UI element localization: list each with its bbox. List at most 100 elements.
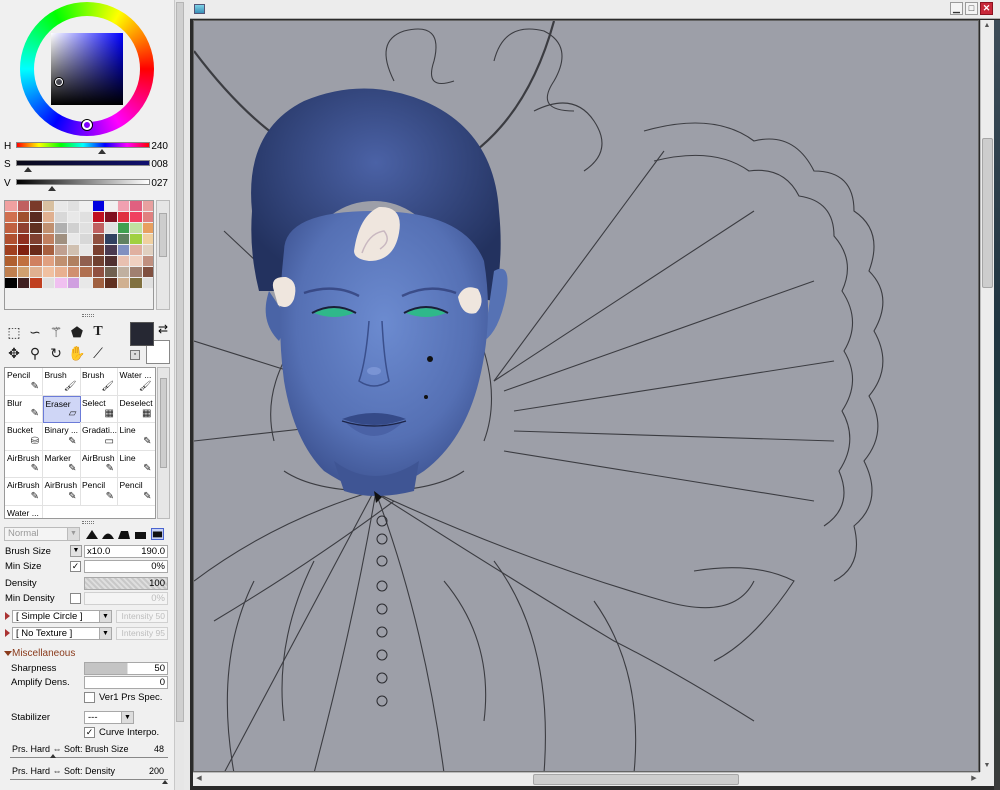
canvas-horizontal-scrollbar[interactable]: ◀ ▶ [193,772,980,786]
palette-swatch[interactable] [130,212,143,223]
brush-tool-select[interactable]: Select ▦ [80,395,118,423]
hue-track[interactable] [16,142,150,148]
palette-swatch[interactable] [105,267,118,278]
tip-soft-icon[interactable] [102,528,115,540]
prs-density-thumb[interactable] [162,780,168,784]
zoom-icon[interactable]: ⚲ [25,343,45,363]
reset-colors-icon[interactable]: ▫ [130,350,140,360]
palette-swatch[interactable] [5,256,18,267]
palette-swatch[interactable] [42,256,55,267]
foreground-color-front[interactable] [130,322,154,346]
palette-swatch[interactable] [42,267,55,278]
brush-tool-gradati[interactable]: Gradati... ▭ [80,423,118,451]
palette-swatch[interactable] [42,234,55,245]
brush-tool-blur[interactable]: Blur ✎ [5,395,43,423]
value-slider[interactable]: V 027 [4,176,170,194]
prs-brush-size-slider[interactable]: Prs. Hard ⇔ Soft: Brush Size 48 [10,744,170,764]
palette-swatch[interactable] [105,234,118,245]
palette-swatch[interactable] [55,245,68,256]
palette-swatch[interactable] [5,201,18,212]
canvas-vertical-scrollbar[interactable]: ▲ ▼ [980,20,994,772]
palette-swatch[interactable] [142,245,153,256]
palette-swatch[interactable] [117,278,130,289]
saturation-value-square[interactable] [51,33,123,105]
min-size-field[interactable]: 0% [84,560,168,573]
palette-swatch[interactable] [30,278,43,289]
brush-tool-airbrush[interactable]: AirBrush ✎ [5,450,43,478]
palette-swatch[interactable] [55,223,68,234]
palette-swatch[interactable] [92,256,105,267]
min-density-checkbox[interactable] [70,593,81,604]
brush-tool-binary[interactable]: Binary ... ✎ [42,423,81,451]
palette-swatch[interactable] [105,245,118,256]
palette-swatch[interactable] [105,223,118,234]
text-tool-icon[interactable]: T [88,322,108,342]
brush-tool-line[interactable]: Line ✎ [117,423,155,451]
hand-icon[interactable]: ✋ [67,343,87,363]
tip-square-icon[interactable] [134,528,147,540]
curve-interp-checkbox[interactable]: ✓ [84,727,95,738]
palette-swatch[interactable] [30,212,43,223]
palette-swatch[interactable] [117,245,130,256]
hue-slider[interactable]: H 240 [4,139,170,157]
palette-swatch[interactable] [92,201,105,212]
palette-scroll-thumb[interactable] [159,213,167,257]
palette-swatch[interactable] [105,201,118,212]
palette-swatch[interactable] [142,212,153,223]
palette-swatch[interactable] [130,256,143,267]
palette-swatch[interactable] [17,234,30,245]
brush-tool-airbrush[interactable]: AirBrush ✎ [80,450,118,478]
scroll-up-icon[interactable]: ▲ [981,20,993,32]
value-track[interactable] [16,179,150,185]
sharpness-slider[interactable]: 50 [84,662,168,675]
brush-tool-line[interactable]: Line ✎ [117,450,155,478]
palette-scrollbar[interactable] [156,200,170,310]
palette-swatch[interactable] [80,245,93,256]
palette-swatch[interactable] [105,256,118,267]
hue-thumb[interactable] [98,149,106,154]
prs-brush-size-track[interactable] [10,757,168,758]
palette-swatch[interactable] [55,212,68,223]
miscellaneous-header[interactable]: Miscellaneous [12,648,75,659]
brush-tool-brush[interactable]: Brush 🖌 [42,368,81,396]
brush-size-multiplier-button[interactable]: ▼ [70,545,82,557]
ver1-prs-checkbox[interactable] [84,692,95,703]
brush-tool-bucket[interactable]: Bucket ⛁ [5,423,43,451]
minimize-button[interactable]: ▁ [950,2,963,15]
palette-swatch[interactable] [80,267,93,278]
palette-swatch[interactable] [80,278,93,289]
maximize-button[interactable]: □ [965,2,978,15]
palette-swatch[interactable] [42,223,55,234]
collapse-arrow-icon[interactable] [4,651,12,656]
prs-density-track[interactable] [10,779,168,780]
saturation-track[interactable] [16,160,150,166]
min-size-checkbox[interactable]: ✓ [70,561,81,572]
palette-swatch[interactable] [105,212,118,223]
color-palette[interactable] [4,200,154,310]
palette-swatch[interactable] [42,201,55,212]
brush-tool-water[interactable]: Water ... [5,505,43,518]
palette-swatch[interactable] [5,212,18,223]
brush-tool-water[interactable]: Water ... 🖌 [117,368,155,396]
palette-swatch[interactable] [30,223,43,234]
hue-marker[interactable] [82,120,92,130]
palette-swatch[interactable] [55,267,68,278]
palette-swatch[interactable] [130,267,143,278]
swap-colors-icon[interactable]: ⇄ [158,322,168,336]
lasso-icon[interactable]: ∽ [25,322,45,342]
palette-swatch[interactable] [55,201,68,212]
prs-density-slider[interactable]: Prs. Hard ⇔ Soft: Density 200 [10,766,170,786]
palette-swatch[interactable] [67,278,80,289]
hue-ring[interactable] [20,2,154,136]
scroll-right-icon[interactable]: ▶ [968,773,980,785]
rect-select-icon[interactable]: ⬚ [4,322,24,342]
shape-intensity-field[interactable]: Intensity 50 [116,610,168,623]
tip-block-icon[interactable] [151,528,164,540]
brush-tool-airbrush[interactable]: AirBrush ✎ [5,478,43,506]
palette-swatch[interactable] [130,278,143,289]
palette-swatch[interactable] [30,256,43,267]
scroll-left-icon[interactable]: ◀ [193,773,205,785]
palette-swatch[interactable] [80,201,93,212]
brush-tool-pencil[interactable]: Pencil ✎ [5,368,43,396]
palette-swatch[interactable] [117,201,130,212]
